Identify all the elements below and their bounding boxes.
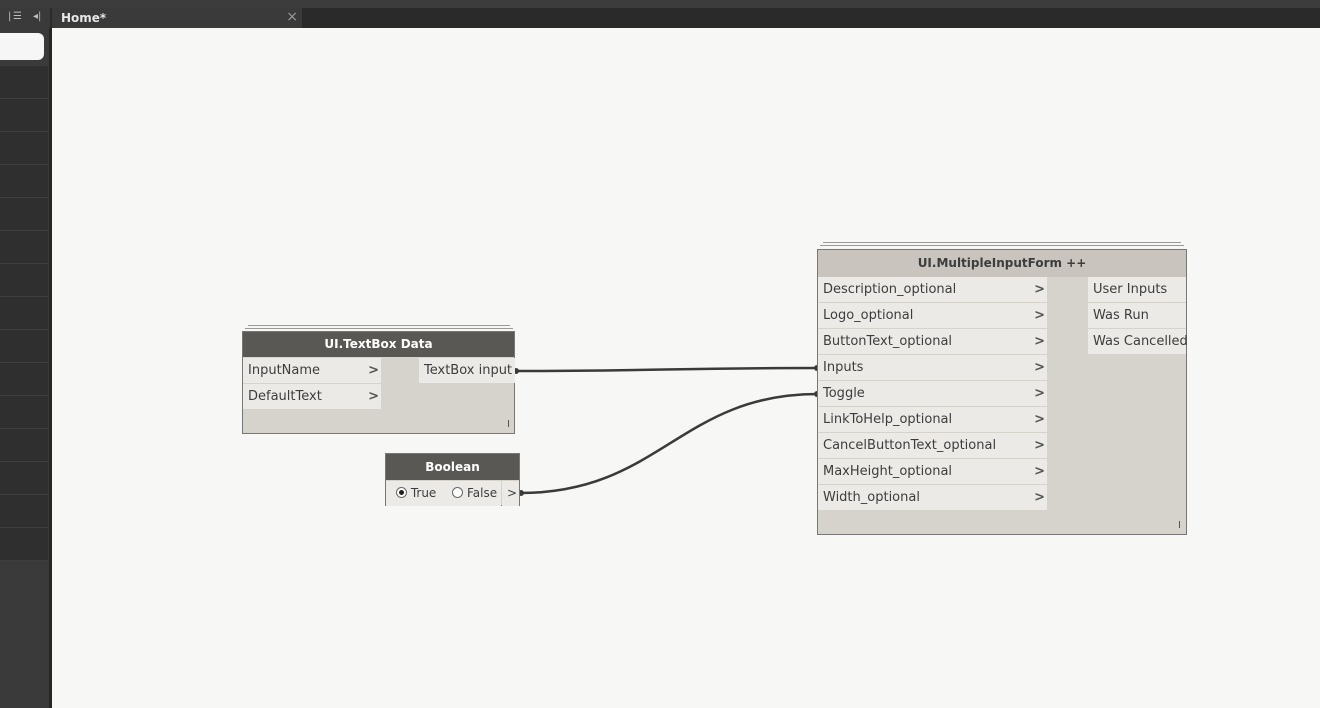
- input-port-toggle[interactable]: Toggle >: [818, 381, 1047, 406]
- input-port-cancelbuttontext-optional[interactable]: CancelButtonText_optional >: [818, 433, 1047, 458]
- output-port-boolean[interactable]: >: [502, 481, 519, 506]
- library-item[interactable]: [0, 297, 48, 330]
- port-label: InputName: [248, 363, 321, 378]
- divider-icon: |: [8, 11, 12, 22]
- library-item[interactable]: [0, 363, 48, 396]
- chevron-right-icon: >: [1034, 334, 1045, 349]
- port-label: Inputs: [823, 360, 864, 375]
- port-label: Logo_optional: [823, 308, 914, 323]
- library-search-input[interactable]: [0, 33, 44, 60]
- node-stack-line: [820, 245, 1184, 246]
- port-label: MaxHeight_optional: [823, 464, 953, 479]
- chevron-right-icon: >: [1034, 386, 1045, 401]
- input-port-defaulttext[interactable]: DefaultText >: [243, 384, 381, 409]
- chevron-right-icon: >: [368, 389, 379, 404]
- port-label: LinkToHelp_optional: [823, 412, 953, 427]
- chevron-right-icon: >: [1034, 464, 1045, 479]
- node-title[interactable]: Boolean: [386, 454, 519, 480]
- input-port-description-optional[interactable]: Description_optional >: [818, 277, 1047, 302]
- node-stack-line: [245, 328, 513, 329]
- node-textbox-data[interactable]: UI.TextBox Data InputName > DefaultText …: [242, 331, 515, 434]
- tab-title: Home*: [61, 11, 107, 25]
- input-port-linktohelp-optional[interactable]: LinkToHelp_optional >: [818, 407, 1047, 432]
- library-item[interactable]: [0, 396, 48, 429]
- library-item[interactable]: [0, 495, 48, 528]
- port-label: DefaultText: [248, 389, 322, 404]
- resize-grip[interactable]: [508, 420, 509, 427]
- library-item[interactable]: [0, 132, 48, 165]
- chevron-right-icon: >: [1034, 360, 1045, 375]
- input-port-inputname[interactable]: InputName >: [243, 358, 381, 383]
- output-port-was-run[interactable]: Was Run: [1088, 303, 1186, 328]
- close-icon[interactable]: ×: [286, 9, 298, 25]
- resize-grip[interactable]: [1179, 521, 1180, 528]
- tab-home[interactable]: Home* ×: [52, 8, 302, 28]
- radio-true[interactable]: [396, 487, 407, 498]
- port-label: Was Run: [1093, 308, 1149, 323]
- port-label: ButtonText_optional: [823, 334, 953, 349]
- port-label: Toggle: [823, 386, 865, 401]
- node-boolean[interactable]: Boolean True False >: [385, 453, 520, 506]
- port-label: Description_optional: [823, 282, 957, 297]
- port-label: >: [507, 486, 518, 500]
- output-port-textbox-input[interactable]: TextBox input: [419, 358, 515, 383]
- chevron-right-icon: >: [368, 363, 379, 378]
- chevron-right-icon: >: [1034, 308, 1045, 323]
- output-port-was-cancelled[interactable]: Was Cancelled: [1088, 329, 1188, 354]
- library-controls: | ☰ ◂|: [0, 8, 50, 28]
- chevron-right-icon: >: [1034, 282, 1045, 297]
- node-stack-line: [823, 242, 1181, 243]
- output-port-user-inputs[interactable]: User Inputs: [1088, 277, 1186, 302]
- false-label: False: [466, 486, 498, 500]
- node-title[interactable]: UI.TextBox Data: [243, 332, 514, 357]
- library-panel: [0, 28, 52, 708]
- input-port-maxheight-optional[interactable]: MaxHeight_optional >: [818, 459, 1047, 484]
- library-item[interactable]: [0, 99, 48, 132]
- chevron-right-icon: >: [1034, 490, 1045, 505]
- library-item[interactable]: [0, 528, 48, 561]
- radio-false[interactable]: [452, 487, 464, 498]
- port-label: Width_optional: [823, 490, 920, 505]
- menu-icon[interactable]: ☰: [13, 12, 22, 22]
- library-item[interactable]: [0, 330, 48, 363]
- node-title[interactable]: UI.MultipleInputForm ++: [818, 250, 1186, 277]
- port-label: TextBox input: [424, 363, 513, 378]
- collapse-library-icon[interactable]: ◂|: [33, 12, 41, 22]
- boolean-toggle-group: True False: [386, 481, 501, 506]
- chevron-right-icon: >: [1034, 412, 1045, 427]
- port-label: Was Cancelled: [1093, 334, 1188, 349]
- library-item[interactable]: [0, 66, 48, 99]
- library-item[interactable]: [0, 165, 48, 198]
- library-item[interactable]: [0, 231, 48, 264]
- port-label: CancelButtonText_optional: [823, 438, 997, 453]
- input-port-buttontext-optional[interactable]: ButtonText_optional >: [818, 329, 1047, 354]
- input-port-logo-optional[interactable]: Logo_optional >: [818, 303, 1047, 328]
- input-port-inputs[interactable]: Inputs >: [818, 355, 1047, 380]
- input-port-width-optional[interactable]: Width_optional >: [818, 485, 1047, 510]
- node-stack-line: [248, 325, 510, 326]
- library-item[interactable]: [0, 264, 48, 297]
- library-item[interactable]: [0, 198, 48, 231]
- true-label: True: [410, 486, 437, 500]
- library-item[interactable]: [0, 429, 48, 462]
- library-item[interactable]: [0, 462, 48, 495]
- chevron-right-icon: >: [1034, 438, 1045, 453]
- title-strip: [0, 0, 1320, 8]
- port-label: User Inputs: [1093, 282, 1168, 297]
- node-multiple-input-form[interactable]: UI.MultipleInputForm ++ Description_opti…: [817, 249, 1188, 535]
